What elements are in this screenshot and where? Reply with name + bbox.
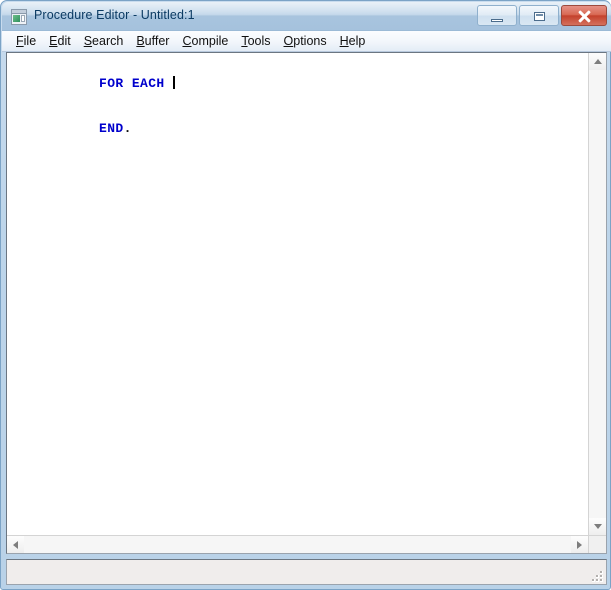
procedure-editor-icon bbox=[11, 9, 27, 25]
editor-client-area: FOR EACH END. bbox=[6, 52, 607, 554]
menu-item-file[interactable]: File bbox=[14, 32, 47, 50]
close-icon bbox=[577, 9, 591, 23]
scroll-left-button[interactable] bbox=[7, 536, 24, 553]
status-bar bbox=[6, 559, 607, 585]
title-bar[interactable]: Procedure Editor - Untitled:1 bbox=[2, 2, 611, 31]
menu-bar: File Edit Search Buffer Compile Tools Op… bbox=[2, 31, 611, 52]
resize-grip-icon[interactable] bbox=[590, 569, 603, 582]
menu-item-edit[interactable]: Edit bbox=[47, 32, 82, 50]
window-title: Procedure Editor - Untitled:1 bbox=[34, 8, 195, 22]
maximize-button[interactable] bbox=[519, 5, 559, 26]
scroll-right-button[interactable] bbox=[571, 536, 588, 553]
menu-item-options[interactable]: Options bbox=[282, 32, 338, 50]
icon-green-panel bbox=[13, 15, 20, 22]
code-line: END. bbox=[17, 106, 588, 151]
scroll-up-button[interactable] bbox=[589, 53, 606, 70]
menu-item-buffer[interactable]: Buffer bbox=[134, 32, 180, 50]
menu-item-search[interactable]: Search bbox=[82, 32, 135, 50]
icon-titlebar-strip bbox=[12, 10, 26, 14]
scroll-down-button[interactable] bbox=[589, 518, 606, 535]
vertical-scrollbar-track[interactable] bbox=[589, 70, 606, 518]
menu-item-compile[interactable]: Compile bbox=[180, 32, 239, 50]
code-text-area[interactable]: FOR EACH END. bbox=[7, 53, 588, 535]
horizontal-scrollbar[interactable] bbox=[7, 535, 588, 553]
triangle-up-icon bbox=[593, 59, 602, 64]
minimize-button[interactable] bbox=[477, 5, 517, 26]
triangle-left-icon bbox=[13, 540, 18, 549]
code-line: FOR EACH bbox=[17, 61, 588, 106]
vertical-scrollbar[interactable] bbox=[588, 53, 606, 535]
horizontal-scrollbar-track[interactable] bbox=[24, 536, 571, 553]
code-keyword: FOR EACH bbox=[99, 76, 165, 91]
editor-panel: FOR EACH END. bbox=[6, 52, 607, 554]
maximize-icon bbox=[534, 12, 545, 21]
icon-white-panel bbox=[21, 15, 25, 22]
application-window: Procedure Editor - Untitled:1 File Edit … bbox=[0, 0, 611, 590]
text-cursor bbox=[172, 76, 175, 89]
scrollbar-corner bbox=[588, 535, 606, 553]
close-button[interactable] bbox=[561, 5, 607, 26]
code-keyword: END bbox=[99, 121, 124, 136]
code-text: . bbox=[123, 121, 132, 136]
minimize-icon bbox=[491, 19, 503, 22]
window-controls bbox=[477, 5, 607, 27]
triangle-down-icon bbox=[593, 524, 602, 529]
menu-item-help[interactable]: Help bbox=[338, 32, 377, 50]
menu-item-tools[interactable]: Tools bbox=[239, 32, 281, 50]
triangle-right-icon bbox=[577, 540, 582, 549]
